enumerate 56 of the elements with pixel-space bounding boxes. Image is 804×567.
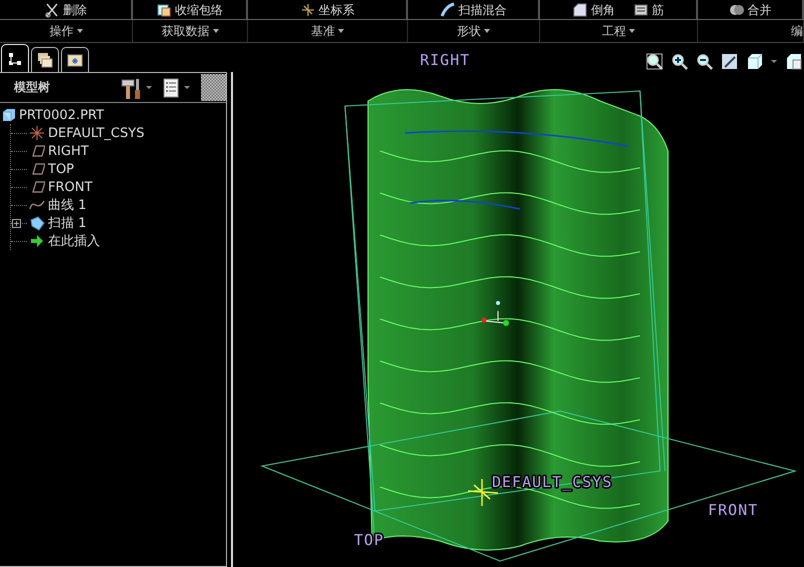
tree-item[interactable]: RIGHT xyxy=(11,142,226,160)
dropdown-caret-icon xyxy=(629,29,635,33)
cut-corner-icon xyxy=(572,2,588,18)
group-label[interactable]: 获取数据 xyxy=(162,24,218,38)
ribbon-button[interactable]: 合并 xyxy=(728,2,772,18)
dropdown-caret-icon xyxy=(212,29,218,33)
panel-title: 模型树 xyxy=(14,79,51,96)
tree-item[interactable]: 在此插入 xyxy=(11,232,226,250)
ribbon-button[interactable]: 筋 xyxy=(633,2,664,18)
pencil-square-icon[interactable] xyxy=(721,53,738,70)
ribbon-button[interactable]: 删除 xyxy=(44,2,87,18)
dropdown-caret-icon[interactable] xyxy=(771,60,777,63)
hammer-screwdriver-icon xyxy=(121,76,141,98)
dropdown-caret-icon xyxy=(338,29,344,33)
arrow-icon xyxy=(29,233,45,249)
dropdown-caret-icon[interactable] xyxy=(146,86,152,89)
axes-icon xyxy=(300,2,316,18)
group-label[interactable]: 操作 xyxy=(50,24,82,38)
crystal-icon xyxy=(29,215,45,231)
panel-tab[interactable] xyxy=(61,47,89,72)
panel-tab[interactable] xyxy=(31,47,59,72)
tree-item[interactable]: 扫描 1 xyxy=(11,214,226,232)
saved-views-icon[interactable] xyxy=(785,53,802,70)
dropdown-caret-icon xyxy=(76,29,82,33)
group-label[interactable]: 基准 xyxy=(311,24,344,38)
ribbon-button[interactable]: 倒角 xyxy=(572,2,615,18)
scissors-icon xyxy=(44,2,60,18)
group-label[interactable]: 形状 xyxy=(457,24,490,38)
tree-diagram-icon xyxy=(7,50,23,66)
cube-icon[interactable] xyxy=(746,53,763,70)
tree-item[interactable]: PRT0002.PRT xyxy=(2,106,226,124)
overlapping-squares-icon xyxy=(156,2,172,18)
group-label[interactable]: 工程 xyxy=(602,24,635,38)
zoom-in-icon[interactable] xyxy=(671,53,688,70)
tree-item[interactable]: FRONT xyxy=(11,178,226,196)
curved-stroke-icon xyxy=(440,2,456,18)
cube-icon xyxy=(2,108,16,122)
zoom-fit-icon[interactable] xyxy=(646,53,663,70)
tree-item[interactable]: 曲线 1 xyxy=(11,196,226,214)
folder-icon xyxy=(67,52,83,68)
datum-label: RIGHT xyxy=(420,51,470,69)
tree-item[interactable]: TOP xyxy=(11,160,226,178)
tree-item[interactable]: DEFAULT_CSYS xyxy=(11,124,226,142)
axes-icon xyxy=(29,125,45,141)
ribbon-button[interactable]: 坐标系 xyxy=(300,2,354,18)
expand-icon[interactable] xyxy=(12,218,21,228)
stacked-folders-icon xyxy=(37,52,53,68)
group-label[interactable]: 编 xyxy=(791,24,803,38)
ribbon-button[interactable]: 扫描混合 xyxy=(440,2,506,18)
list-document-icon xyxy=(163,78,179,98)
zoom-out-icon[interactable] xyxy=(696,53,713,70)
datum-label: FRONT xyxy=(708,501,758,519)
dropdown-caret-icon[interactable] xyxy=(184,86,190,89)
dropdown-caret-icon xyxy=(484,29,490,33)
axes-icon xyxy=(482,301,509,326)
ribbon-button[interactable]: 收缩包络 xyxy=(156,2,223,18)
